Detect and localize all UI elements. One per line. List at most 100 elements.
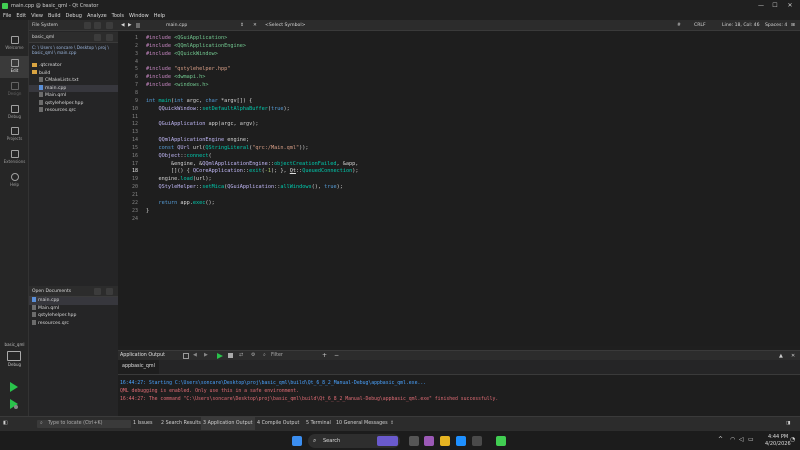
taskbar-search-label[interactable]: Search	[323, 434, 340, 448]
code-line[interactable]: QStyleHelper::setMica(QGuiApplication::a…	[146, 183, 343, 191]
code-line[interactable]: int main(int argc, char *argv[]) {	[146, 97, 252, 105]
run-tab[interactable]: appbasic_qml	[118, 360, 159, 374]
split-icon[interactable]	[94, 22, 101, 29]
tab-compile-output[interactable]: 4 Compile Output	[257, 417, 299, 430]
menu-analyze[interactable]: Analyze	[87, 13, 107, 19]
more-tabs-icon[interactable]: ⇕	[390, 417, 394, 430]
close-pane-icon[interactable]	[106, 22, 113, 29]
list-item[interactable]: qstylehelper.hpp	[29, 312, 118, 320]
code-line[interactable]: #include <QQuickWindow>	[146, 50, 218, 58]
tree-item[interactable]: resources.qrc	[29, 107, 118, 115]
clock-date[interactable]: 4/20/2026	[765, 441, 791, 447]
code-line[interactable]: #include <QQmlApplicationEngine>	[146, 42, 246, 50]
symbol-combo[interactable]: <Select Symbol>	[265, 20, 305, 31]
split-icon[interactable]	[94, 288, 101, 295]
code-line[interactable]: #include <windows.h>	[146, 81, 208, 89]
tab-issues[interactable]: 1 Issues	[133, 417, 152, 430]
tree-item[interactable]: qstylehelper.hpp	[29, 99, 118, 108]
menu-debug[interactable]: Debug	[66, 13, 82, 19]
next-icon[interactable]: ▶	[204, 352, 208, 358]
split-editor-icon[interactable]: ⊞	[791, 20, 795, 31]
tab-terminal[interactable]: 5 Terminal	[306, 417, 331, 430]
filter-icon[interactable]	[84, 22, 91, 29]
mode-projects[interactable]: Projects	[0, 124, 29, 146]
battery-icon[interactable]: ▭	[748, 436, 754, 443]
view-combo[interactable]: File System	[32, 23, 58, 28]
code-line[interactable]: #include <QGuiApplication>	[146, 34, 227, 42]
stop-icon[interactable]	[228, 353, 233, 358]
tab-general-messages[interactable]: 10 General Messages	[336, 417, 388, 430]
rerun-icon[interactable]	[217, 353, 223, 359]
code-line[interactable]: engine.load(url);	[146, 175, 211, 183]
code-line[interactable]: []() { QCoreApplication::exit(-1); }, Qt…	[146, 167, 358, 175]
list-item[interactable]: Main.qml	[29, 304, 118, 313]
sync-icon[interactable]	[106, 34, 113, 41]
code-line[interactable]: return app.exec();	[146, 199, 215, 207]
progress-details-icon[interactable]: ◨	[786, 417, 791, 430]
close-pane-icon[interactable]	[106, 288, 113, 295]
task-view-icon[interactable]	[409, 436, 419, 446]
tree-item[interactable]: CMakeLists.txt	[29, 77, 118, 85]
mode-help[interactable]: Help	[0, 170, 29, 192]
kit-selector-icon[interactable]	[7, 351, 21, 361]
minimize-button[interactable]: —	[755, 0, 767, 11]
mode-debug[interactable]: Debug	[0, 102, 29, 124]
file-explorer-icon[interactable]	[440, 436, 450, 446]
tree-item[interactable]: .qtcreator	[29, 62, 118, 70]
locator-input[interactable]: Type to locate (Ctrl+K)	[48, 417, 103, 430]
forward-icon[interactable]: ▶	[128, 20, 132, 31]
debug-run-icon[interactable]	[9, 399, 19, 409]
application-output[interactable]: 16:44:27: Starting C:\Users\soncare\Desk…	[118, 375, 800, 416]
clear-output-icon[interactable]	[183, 353, 189, 359]
code-line[interactable]: &engine, &QQmlApplicationEngine::objectC…	[146, 160, 358, 168]
menu-window[interactable]: Window	[129, 13, 149, 19]
home-icon[interactable]	[94, 34, 101, 41]
tray-chevron-icon[interactable]: ^	[718, 436, 723, 443]
code-line[interactable]: }	[146, 207, 149, 215]
wifi-icon[interactable]: ◠	[730, 436, 735, 443]
code-line[interactable]: #include "qstylehelper.hpp"	[146, 65, 230, 73]
mode-extensions[interactable]: Extensions	[0, 147, 29, 169]
file-combo-arrow-icon[interactable]: ⇕	[240, 20, 244, 31]
code-line[interactable]: QGuiApplication app(argc, argv);	[146, 120, 259, 128]
list-item[interactable]: resources.qrc	[29, 319, 118, 328]
open-documents-combo[interactable]: Open Documents	[32, 289, 71, 294]
attach-icon[interactable]: ⇄	[239, 352, 243, 358]
menu-build[interactable]: Build	[48, 13, 61, 19]
run-icon[interactable]	[9, 382, 19, 392]
breadcrumb[interactable]: C: \ Users \ soncare \ Desktop \ proj \ …	[32, 45, 116, 55]
tree-item[interactable]: Main.qml	[29, 92, 118, 100]
tab-search-results[interactable]: 2 Search Results	[161, 417, 201, 430]
back-icon[interactable]: ◀	[121, 20, 125, 31]
line-ending[interactable]: CRLF	[694, 20, 706, 31]
code-line[interactable]: QQuickWindow::setDefaultAlphaBuffer(true…	[146, 105, 290, 113]
edge-icon[interactable]	[456, 436, 466, 446]
list-item[interactable]: main.cpp	[29, 297, 118, 305]
mode-design[interactable]: Design	[0, 79, 29, 101]
copilot-icon[interactable]	[424, 436, 434, 446]
close-button[interactable]: ✕	[784, 0, 796, 11]
tree-item[interactable]: main.cpp	[29, 84, 118, 92]
store-icon[interactable]	[472, 436, 482, 446]
toggle-sidebar-icon[interactable]: ◧	[3, 417, 8, 430]
code-editor[interactable]: 1 2 3 4 5 6 7 8 9 10 11 12 13 14 15 16 17 18 19 20 21 22 23 24 …	[118, 31, 800, 346]
close-editor-icon[interactable]: ✕	[253, 20, 257, 31]
menu-edit[interactable]: Edit	[16, 13, 26, 19]
menu-view[interactable]: View	[31, 13, 43, 19]
maximize-button[interactable]: ☐	[769, 0, 781, 11]
indent-setting[interactable]: Spaces: 4	[765, 20, 787, 31]
code-line[interactable]: QObject::connect(	[146, 152, 212, 160]
prev-icon[interactable]: ◀	[193, 352, 197, 358]
code-line[interactable]: #include <dwmapi.h>	[146, 73, 205, 81]
tab-application-output[interactable]: 3 Application Output	[201, 417, 255, 430]
file-tab[interactable]: main.cpp	[166, 20, 187, 31]
mode-welcome[interactable]: Welcome	[0, 33, 29, 55]
code-line[interactable]: const QUrl url(QStringLiteral("qrc:/Main…	[146, 144, 309, 152]
encoding-hash[interactable]: #	[677, 20, 681, 31]
volume-icon[interactable]: ◁	[739, 436, 744, 443]
mode-edit[interactable]: Edit	[0, 56, 29, 78]
project-combo[interactable]: basic_qml	[32, 35, 54, 40]
menu-help[interactable]: Help	[154, 13, 165, 19]
cursor-position[interactable]: Line: 18, Col: 46	[722, 20, 760, 31]
settings-icon[interactable]: ⚙	[251, 352, 255, 358]
